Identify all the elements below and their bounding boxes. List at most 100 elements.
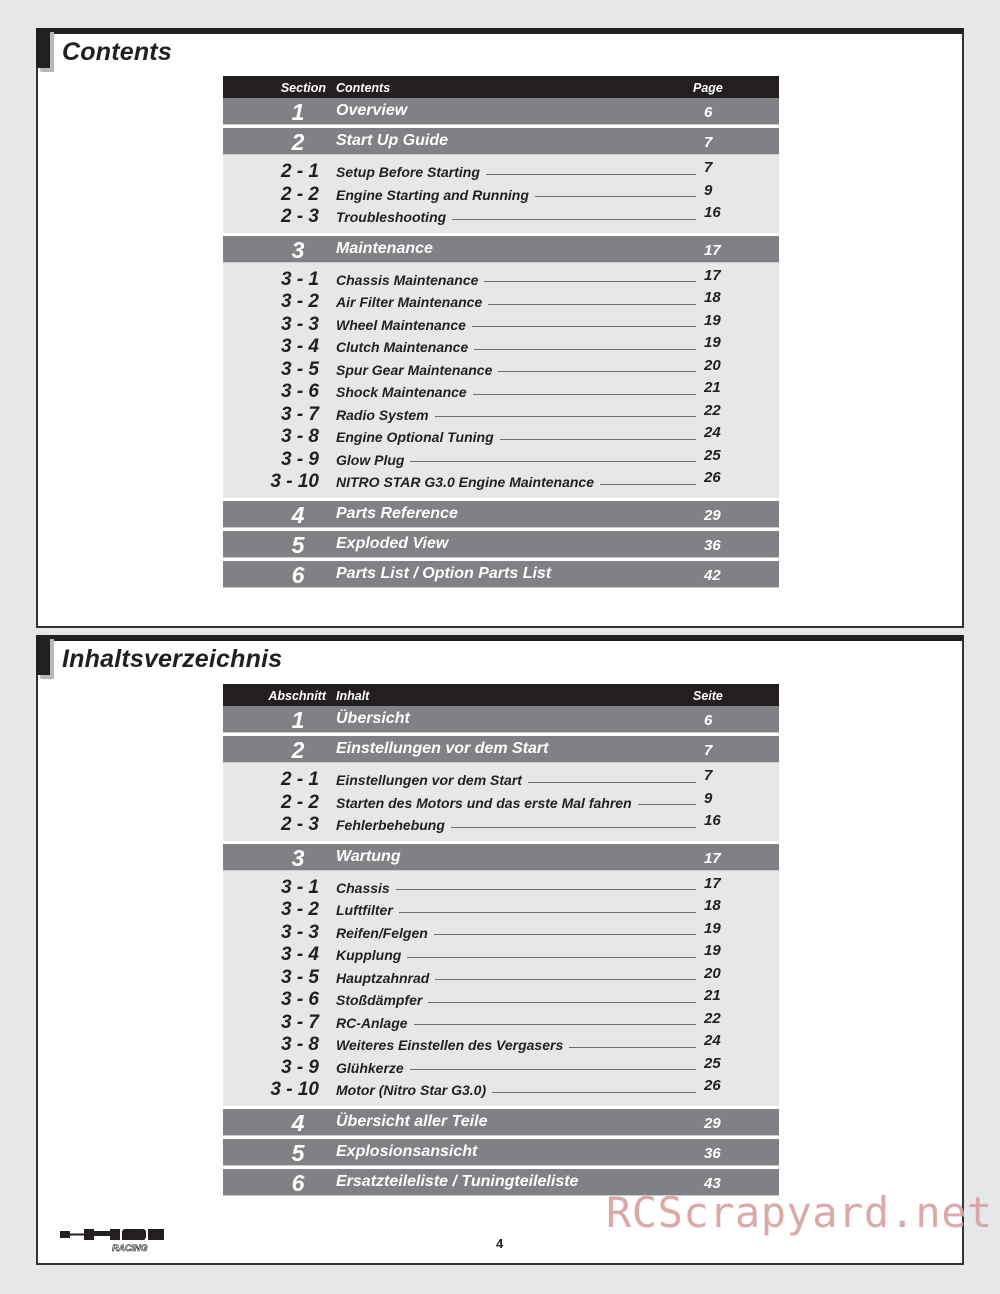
toc-subsection-row[interactable]: 2 - 2 Engine Starting and Running 9 bbox=[223, 182, 779, 205]
subsection-page: 26 bbox=[704, 469, 721, 486]
toc-subsection-row[interactable]: 3 - 10 NITRO STAR G3.0 Engine Maintenance… bbox=[223, 469, 779, 492]
subsection-title: Chassis bbox=[336, 879, 390, 896]
toc-subsection-row[interactable]: 3 - 9 Glow Plug 25 bbox=[223, 447, 779, 470]
subsection-title: Shock Maintenance bbox=[336, 384, 467, 400]
leader-line bbox=[492, 1091, 696, 1093]
toc-subsection-row[interactable]: 3 - 2 Air Filter Maintenance 18 bbox=[223, 289, 779, 312]
subsection-page: 24 bbox=[704, 424, 721, 441]
toc-subsection-row[interactable]: 3 - 8 Weiteres Einstellen des Vergasers 24 bbox=[223, 1032, 779, 1055]
subsection-title: Troubleshooting bbox=[336, 209, 447, 225]
toc-chapter-row[interactable]: 6 Parts List / Option Parts List 42 bbox=[223, 560, 779, 588]
subsection-number: 3 - 8 bbox=[280, 426, 319, 447]
subsection-number: 3 - 3 bbox=[280, 313, 319, 335]
toc-chapter-row[interactable]: 2 Einstellungen vor dem Start 7 bbox=[223, 736, 779, 763]
toc-subsection-row[interactable]: 3 - 10 Motor (Nitro Star G3.0) 26 bbox=[223, 1077, 779, 1100]
toc-subsection-row[interactable]: 3 - 8 Engine Optional Tuning 24 bbox=[223, 424, 779, 447]
chapter-number: 1 bbox=[291, 99, 305, 125]
leader-line bbox=[474, 348, 696, 350]
leader-line bbox=[452, 218, 696, 220]
subsection-page: 22 bbox=[704, 401, 721, 419]
chapter-page: 6 bbox=[704, 104, 713, 121]
chapter-title: Maintenance bbox=[336, 239, 433, 257]
subsection-title: Glow Plug bbox=[336, 451, 405, 468]
leader-line bbox=[433, 934, 696, 935]
subsection-page: 19 bbox=[704, 334, 721, 351]
leader-line bbox=[450, 826, 696, 828]
toc-header-row: Abschnitt Inhalt Seite bbox=[223, 684, 779, 706]
subsection-title: NITRO STAR G3.0 Engine Maintenance bbox=[336, 474, 595, 490]
chapter-page: 7 bbox=[704, 134, 713, 151]
toc-chapter-row[interactable]: 4 Übersicht aller Teile 29 bbox=[223, 1108, 779, 1136]
chapter-page: 17 bbox=[704, 849, 721, 867]
subsection-number: 2 - 2 bbox=[280, 791, 319, 813]
subsection-page: 19 bbox=[704, 942, 721, 959]
subsection-page: 22 bbox=[704, 1009, 721, 1027]
toc-subsection-row[interactable]: 2 - 1 Setup Before Starting 7 bbox=[223, 159, 779, 182]
subsection-number: 3 - 5 bbox=[280, 966, 319, 988]
toc-chapter-row[interactable]: 1 Übersicht 6 bbox=[223, 706, 779, 733]
toc-table: Section Contents Page 1 Overview 6 2 Start Up G… bbox=[223, 76, 779, 588]
leader-line bbox=[413, 1024, 696, 1025]
subsection-page: 20 bbox=[704, 964, 721, 982]
column-header-contents: Contents bbox=[336, 81, 391, 95]
chapter-title: Overview bbox=[336, 102, 408, 119]
subsection-page: 18 bbox=[704, 897, 721, 914]
toc-subsection-row[interactable]: 2 - 3 Troubleshooting 16 bbox=[223, 204, 779, 227]
toc-subsection-row[interactable]: 3 - 3 Reifen/Felgen 19 bbox=[223, 920, 779, 943]
watermark: RCScrapyard.net bbox=[606, 1188, 993, 1237]
toc-chapter-row[interactable]: 3 Maintenance 17 bbox=[223, 235, 779, 263]
toc-subsection-row[interactable]: 3 - 4 Kupplung 19 bbox=[223, 942, 779, 965]
leader-line bbox=[428, 1001, 696, 1003]
toc-subsection-row[interactable]: 2 - 2 Starten des Motors und das erste Ma… bbox=[223, 790, 779, 813]
contents-panel: Contents Section Contents Page 1 Overview 6 2 S… bbox=[36, 28, 964, 628]
subsection-page: 19 bbox=[704, 311, 721, 329]
toc-subsection-row[interactable]: 3 - 9 Glühkerze 25 bbox=[223, 1055, 779, 1078]
subsection-number: 3 - 9 bbox=[280, 448, 319, 470]
chapter-title: Einstellungen vor dem Start bbox=[336, 740, 549, 757]
toc-subsection-row[interactable]: 3 - 6 Stoßdämpfer 21 bbox=[223, 987, 779, 1010]
leader-line bbox=[395, 889, 696, 890]
leader-line bbox=[498, 371, 696, 372]
toc-subsection-row[interactable]: 3 - 5 Hauptzahnrad 20 bbox=[223, 965, 779, 988]
subsection-number: 2 - 3 bbox=[280, 206, 319, 227]
subsection-number: 3 - 2 bbox=[280, 899, 319, 920]
toc-subsection-row[interactable]: 3 - 7 RC-Anlage 22 bbox=[223, 1010, 779, 1033]
toc-subsection-row[interactable]: 3 - 1 Chassis Maintenance 17 bbox=[223, 267, 779, 290]
toc-subsection-row[interactable]: 3 - 7 Radio System 22 bbox=[223, 402, 779, 425]
leader-line bbox=[398, 911, 696, 913]
toc-subsection-row[interactable]: 3 - 6 Shock Maintenance 21 bbox=[223, 379, 779, 402]
column-header-page: Seite bbox=[693, 689, 723, 703]
chapter-page: 36 bbox=[704, 1144, 721, 1162]
toc-subsection-row[interactable]: 3 - 4 Clutch Maintenance 19 bbox=[223, 334, 779, 357]
chapter-number: 2 bbox=[291, 129, 305, 155]
chapter-number: 5 bbox=[291, 531, 305, 558]
chapter-title: Start Up Guide bbox=[336, 132, 449, 149]
page-number: 4 bbox=[496, 1236, 504, 1251]
subsection-title: Spur Gear Maintenance bbox=[336, 361, 493, 378]
subsection-number: 3 - 4 bbox=[280, 944, 319, 965]
toc-subsection-row[interactable]: 3 - 1 Chassis 17 bbox=[223, 875, 779, 898]
subsection-title: Chassis Maintenance bbox=[336, 271, 479, 288]
column-header-section: Section bbox=[280, 81, 326, 95]
toc-chapter-row[interactable]: 2 Start Up Guide 7 bbox=[223, 128, 779, 155]
leader-line bbox=[600, 483, 696, 485]
toc-chapter-row[interactable]: 5 Explosionsansicht 36 bbox=[223, 1138, 779, 1166]
subsection-page: 21 bbox=[704, 987, 721, 1004]
toc-subsection-row[interactable]: 2 - 3 Fehlerbehebung 16 bbox=[223, 812, 779, 835]
leader-line bbox=[407, 956, 696, 958]
toc-chapter-row[interactable]: 5 Exploded View 36 bbox=[223, 530, 779, 558]
toc-subsection-row[interactable]: 2 - 1 Einstellungen vor dem Start 7 bbox=[223, 767, 779, 790]
chapter-number: 6 bbox=[291, 561, 305, 588]
chapter-title: Exploded View bbox=[336, 534, 449, 552]
subsection-number: 2 - 2 bbox=[280, 183, 319, 205]
leader-line bbox=[409, 1069, 696, 1070]
subsection-page: 16 bbox=[704, 812, 721, 829]
leader-line bbox=[472, 393, 696, 395]
toc-chapter-row[interactable]: 1 Overview 6 bbox=[223, 98, 779, 125]
subsection-page: 17 bbox=[704, 874, 721, 892]
toc-subsection-row[interactable]: 3 - 2 Luftfilter 18 bbox=[223, 897, 779, 920]
toc-chapter-row[interactable]: 3 Wartung 17 bbox=[223, 843, 779, 871]
toc-chapter-row[interactable]: 4 Parts Reference 29 bbox=[223, 500, 779, 528]
toc-subsection-row[interactable]: 3 - 5 Spur Gear Maintenance 20 bbox=[223, 357, 779, 380]
toc-subsection-row[interactable]: 3 - 3 Wheel Maintenance 19 bbox=[223, 312, 779, 335]
